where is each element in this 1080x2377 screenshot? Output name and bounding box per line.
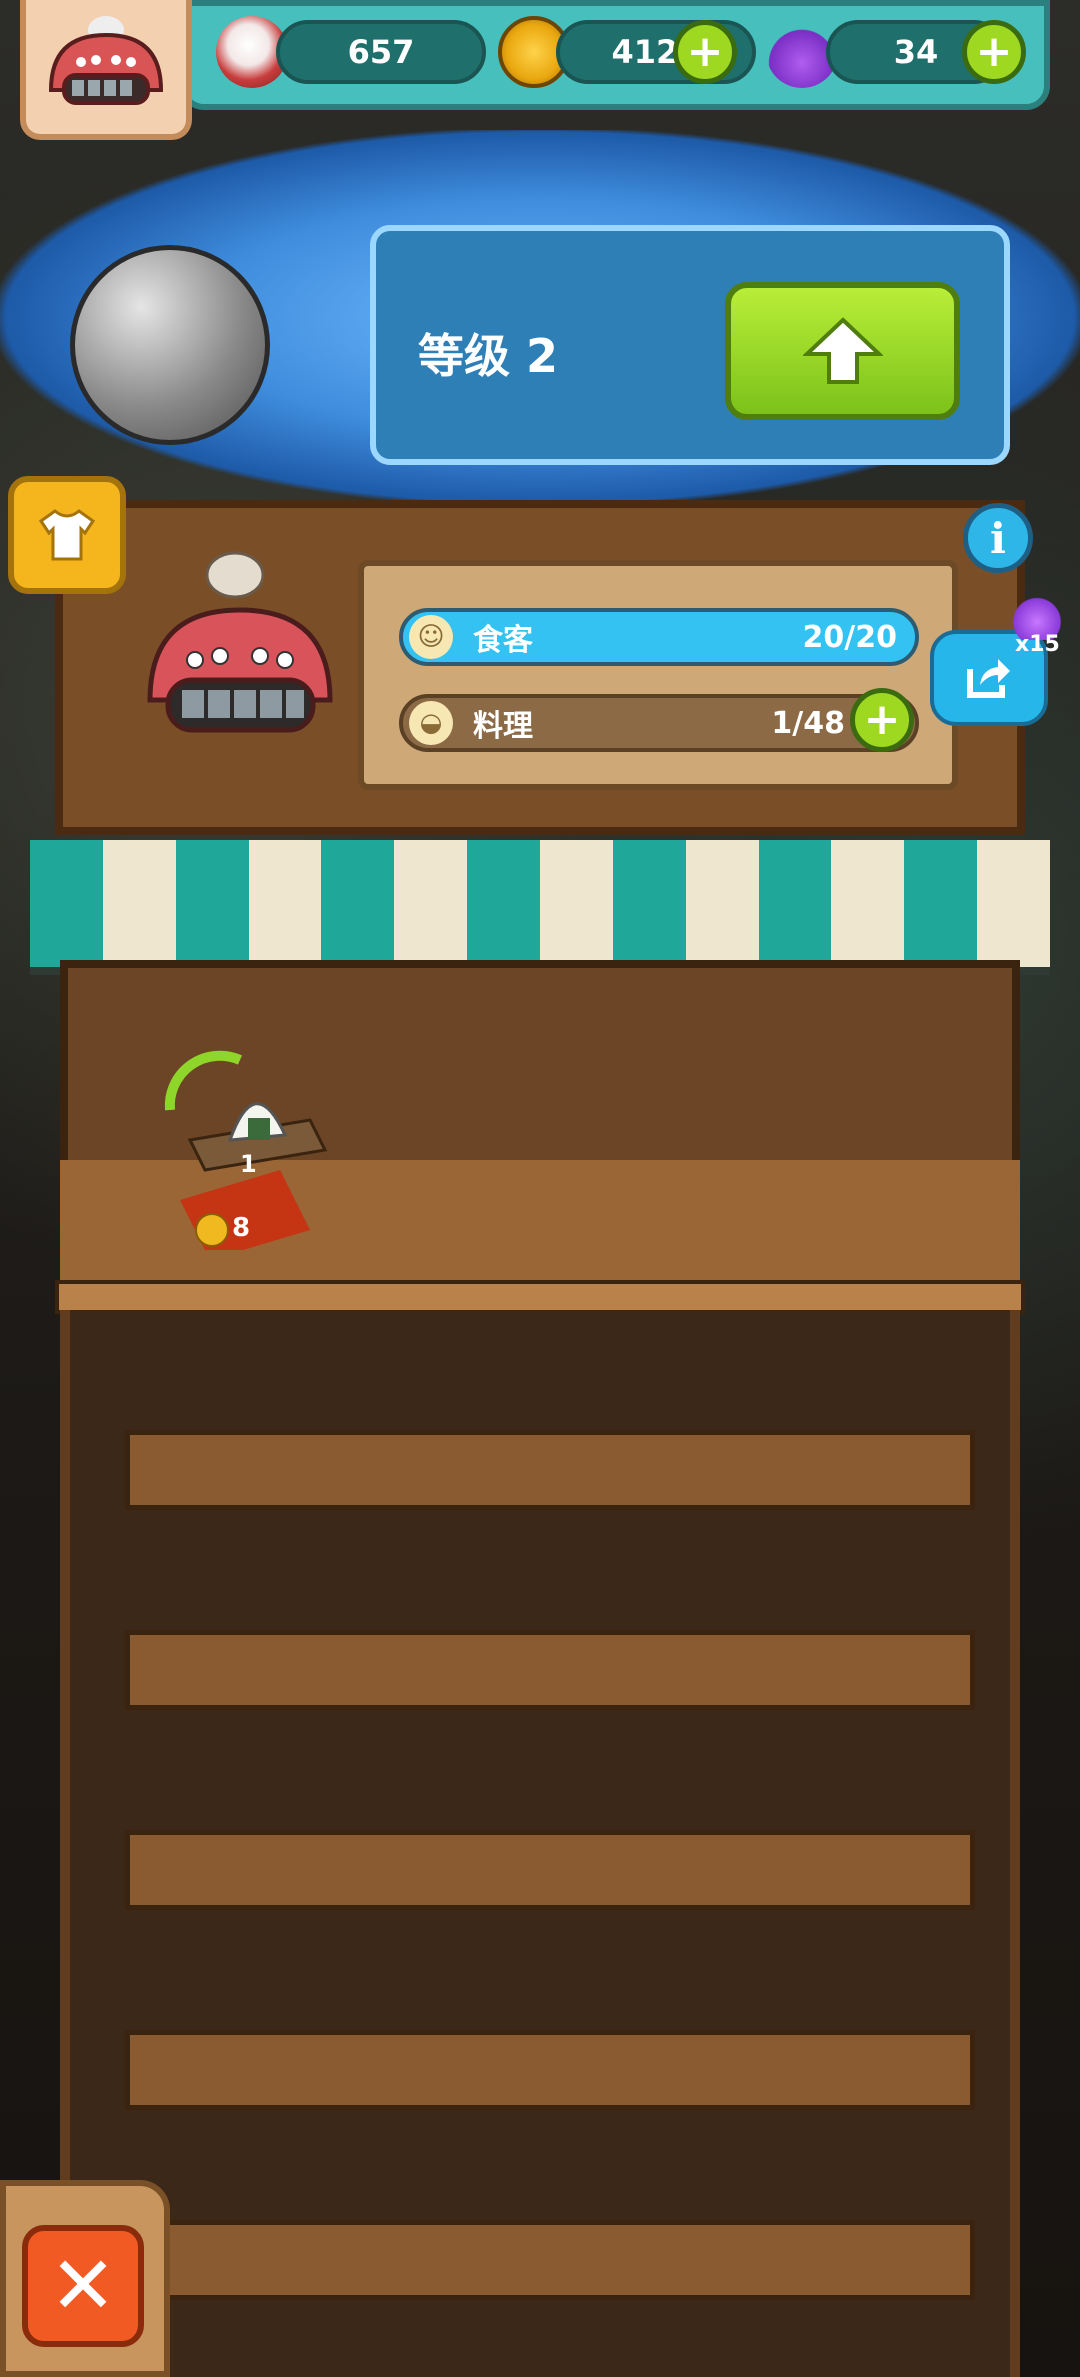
dish-price: 8 — [232, 1213, 251, 1243]
player-avatar[interactable] — [20, 0, 192, 140]
plus-icon: + — [863, 694, 901, 745]
arrow-up-icon — [802, 317, 883, 384]
add-potions-button[interactable]: + — [962, 20, 1026, 84]
upgrade-button[interactable] — [725, 282, 960, 420]
shop-monster-icon — [140, 540, 340, 754]
storage-cabinet — [60, 1310, 1020, 2377]
empty-shelf — [125, 1830, 975, 1910]
add-coins-button[interactable]: + — [673, 20, 737, 84]
potion-bonus: x15 — [1015, 632, 1060, 657]
add-dish-button[interactable]: + — [850, 688, 914, 752]
empty-shelf — [125, 1630, 975, 1710]
resource-bar: 657 4124 + 34 + — [180, 0, 1050, 110]
close-icon: ✕ — [49, 2239, 117, 2332]
eyeball-counter: 657 — [276, 20, 486, 84]
info-icon: i — [990, 513, 1006, 563]
dish-count: 1 — [240, 1150, 257, 1178]
plus-icon: + — [686, 26, 724, 77]
diners-label: 食客 — [473, 623, 533, 658]
close-button[interactable]: ✕ — [22, 2225, 144, 2347]
eyeball-count: 657 — [347, 33, 415, 71]
empty-shelf — [125, 2030, 975, 2110]
outfit-button[interactable] — [8, 476, 126, 594]
coin-icon — [195, 1213, 229, 1247]
level-label: 等级 2 — [418, 329, 559, 383]
person-icon: ☺ — [409, 615, 453, 659]
eye-orb-icon — [70, 245, 270, 445]
diners-value: 20/20 — [802, 619, 897, 655]
dishes-bar: ◒ 料理 1/48 — [399, 694, 919, 752]
plus-icon: + — [975, 26, 1013, 77]
potion-count: 34 — [893, 33, 939, 71]
info-button[interactable]: i — [963, 503, 1033, 573]
empty-shelf — [125, 2220, 975, 2300]
display-ledge — [55, 1280, 1025, 1314]
empty-shelf — [125, 1430, 975, 1510]
bowl-icon: ◒ — [409, 701, 453, 745]
dishes-label: 料理 — [473, 709, 533, 744]
dishes-value: 1/48 — [771, 705, 845, 741]
diners-bar: ☺ 食客 20/20 — [399, 608, 919, 666]
monster-avatar-icon — [48, 16, 164, 105]
shirt-icon — [38, 509, 96, 561]
shop-info-board: ☺ 食客 20/20 ◒ 料理 1/48 — [358, 560, 958, 790]
share-icon — [967, 659, 1010, 698]
shop-awning — [30, 840, 1051, 975]
